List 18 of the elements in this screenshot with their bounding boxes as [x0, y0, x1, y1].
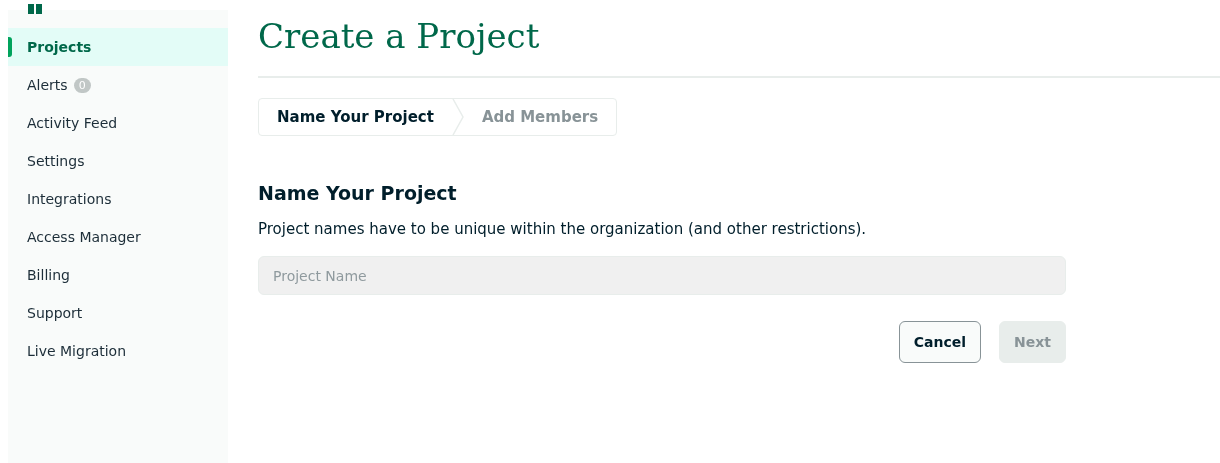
sidebar-item[interactable]: Access Manager [8, 218, 228, 256]
sidebar-item[interactable]: Activity Feed [8, 104, 228, 142]
grid-icon [28, 4, 42, 14]
sidebar-item[interactable]: Alerts 0 [8, 66, 228, 104]
cancel-button[interactable]: Cancel [898, 321, 982, 363]
section-heading: Name Your Project [258, 182, 458, 204]
sidebar-item[interactable]: Live Migration [8, 332, 228, 370]
sidebar-item[interactable]: Support [8, 294, 228, 332]
count-badge: 0 [73, 77, 91, 93]
sidebar-item[interactable]: Settings [8, 142, 228, 180]
section-description: Project names have to be unique within the organization (and other restrictions). [258, 220, 868, 238]
sidebar-item[interactable]: Projects [8, 28, 228, 66]
sidebar-item[interactable]: Integrations [8, 180, 228, 218]
active-indicator [8, 37, 12, 57]
sidebar-item[interactable]: Billing [8, 256, 228, 294]
step-tab[interactable]: Name Your Project [259, 99, 452, 135]
page-title: Create a Project [258, 16, 1220, 78]
project-name-field[interactable]: Project Name [258, 256, 1066, 295]
